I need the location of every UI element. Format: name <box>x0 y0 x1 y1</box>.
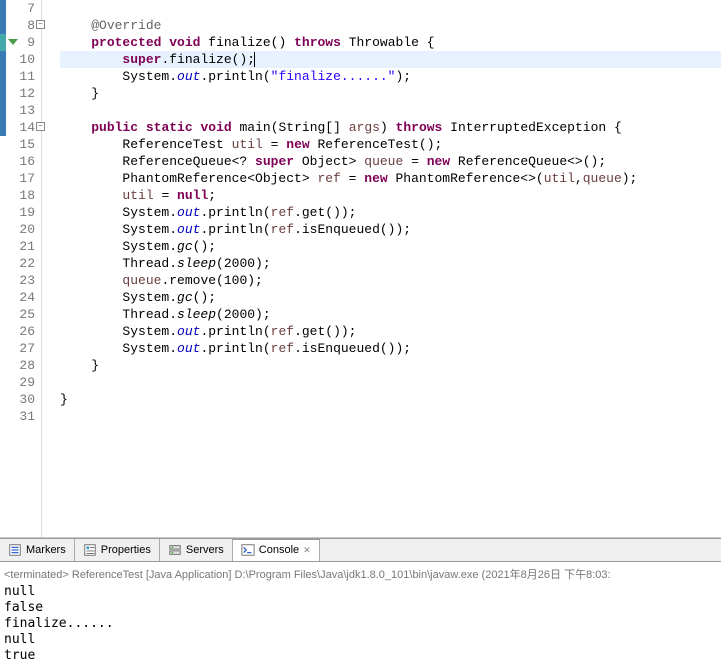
line-number[interactable]: 12 <box>0 85 35 102</box>
console-output-line: null <box>4 584 717 600</box>
change-marker <box>0 17 6 34</box>
line-number[interactable]: 23 <box>0 272 35 289</box>
tab-console[interactable]: Console ✕ <box>233 539 320 561</box>
line-number[interactable]: 17 <box>0 170 35 187</box>
properties-icon <box>83 543 97 557</box>
console-output-line: finalize...... <box>4 616 717 632</box>
line-number[interactable]: 13 <box>0 102 35 119</box>
line-number[interactable]: 26 <box>0 323 35 340</box>
change-marker <box>0 119 6 136</box>
servers-icon <box>168 543 182 557</box>
line-number[interactable]: 16 <box>0 153 35 170</box>
line-number[interactable]: 15 <box>0 136 35 153</box>
line-number[interactable]: 7 <box>0 0 35 17</box>
line-number[interactable]: 11 <box>0 68 35 85</box>
markers-icon <box>8 543 22 557</box>
tab-label: Servers <box>186 544 224 556</box>
code-line[interactable]: PhantomReference<Object> ref = new Phant… <box>60 170 721 187</box>
code-line[interactable]: ReferenceQueue<? super Object> queue = n… <box>60 153 721 170</box>
change-marker <box>0 51 6 68</box>
text-cursor <box>254 52 255 67</box>
console-output-line: null <box>4 632 717 648</box>
bottom-tabs: Markers Properties Servers Console ✕ <box>0 538 721 562</box>
line-number[interactable]: 18 <box>0 187 35 204</box>
tab-label: Console <box>259 544 299 556</box>
console-icon <box>241 543 255 557</box>
line-number[interactable]: 22 <box>0 255 35 272</box>
code-line[interactable] <box>60 0 721 17</box>
console-output-line: true <box>4 648 717 664</box>
console-panel[interactable]: <terminated> ReferenceTest [Java Applica… <box>0 562 721 666</box>
code-line[interactable]: System.out.println(ref.get()); <box>60 323 721 340</box>
code-line[interactable]: System.out.println(ref.isEnqueued()); <box>60 221 721 238</box>
code-line[interactable] <box>60 102 721 119</box>
console-process-header: <terminated> ReferenceTest [Java Applica… <box>4 564 717 584</box>
code-line[interactable] <box>60 374 721 391</box>
tab-properties[interactable]: Properties <box>75 539 160 561</box>
code-line[interactable]: @Override <box>60 17 721 34</box>
tab-label: Markers <box>26 544 66 556</box>
code-line[interactable]: } <box>60 357 721 374</box>
line-number[interactable]: 28 <box>0 357 35 374</box>
tab-markers[interactable]: Markers <box>0 539 75 561</box>
code-line[interactable]: ReferenceTest util = new ReferenceTest()… <box>60 136 721 153</box>
tab-label: Properties <box>101 544 151 556</box>
code-area[interactable]: @Override protected void finalize() thro… <box>42 0 721 537</box>
code-line[interactable] <box>60 408 721 425</box>
line-number[interactable]: 30 <box>0 391 35 408</box>
change-marker <box>0 85 6 102</box>
change-marker <box>0 68 6 85</box>
console-output-line: false <box>4 600 717 616</box>
change-marker <box>0 0 6 17</box>
line-number[interactable]: 29 <box>0 374 35 391</box>
line-number[interactable]: 14− <box>0 119 35 136</box>
line-number[interactable]: 21 <box>0 238 35 255</box>
code-line[interactable]: protected void finalize() throws Throwab… <box>60 34 721 51</box>
code-line[interactable]: System.out.println(ref.isEnqueued()); <box>60 340 721 357</box>
code-line[interactable]: System.out.println(ref.get()); <box>60 204 721 221</box>
code-line[interactable]: Thread.sleep(2000); <box>60 306 721 323</box>
fold-toggle[interactable]: − <box>36 20 45 29</box>
code-line[interactable]: super.finalize(); <box>60 51 721 68</box>
line-number[interactable]: 8− <box>0 17 35 34</box>
line-number[interactable]: 27 <box>0 340 35 357</box>
line-number[interactable]: 20 <box>0 221 35 238</box>
override-icon[interactable] <box>8 39 18 45</box>
change-marker <box>0 34 6 51</box>
code-line[interactable]: } <box>60 391 721 408</box>
line-number[interactable]: 31 <box>0 408 35 425</box>
code-line[interactable]: } <box>60 85 721 102</box>
code-line[interactable]: public static void main(String[] args) t… <box>60 119 721 136</box>
line-number[interactable]: 10 <box>0 51 35 68</box>
line-gutter[interactable]: 78−91011121314−1516171819202122232425262… <box>0 0 42 537</box>
close-icon[interactable]: ✕ <box>303 545 311 556</box>
line-number[interactable]: 9 <box>0 34 35 51</box>
code-line[interactable]: System.gc(); <box>60 238 721 255</box>
code-line[interactable]: Thread.sleep(2000); <box>60 255 721 272</box>
tab-servers[interactable]: Servers <box>160 539 233 561</box>
code-line[interactable]: System.gc(); <box>60 289 721 306</box>
fold-toggle[interactable]: − <box>36 122 45 131</box>
change-marker <box>0 102 6 119</box>
code-line[interactable]: System.out.println("finalize......"); <box>60 68 721 85</box>
line-number[interactable]: 24 <box>0 289 35 306</box>
line-number[interactable]: 25 <box>0 306 35 323</box>
code-line[interactable]: util = null; <box>60 187 721 204</box>
code-editor[interactable]: 78−91011121314−1516171819202122232425262… <box>0 0 721 538</box>
line-number[interactable]: 19 <box>0 204 35 221</box>
code-line[interactable]: queue.remove(100); <box>60 272 721 289</box>
